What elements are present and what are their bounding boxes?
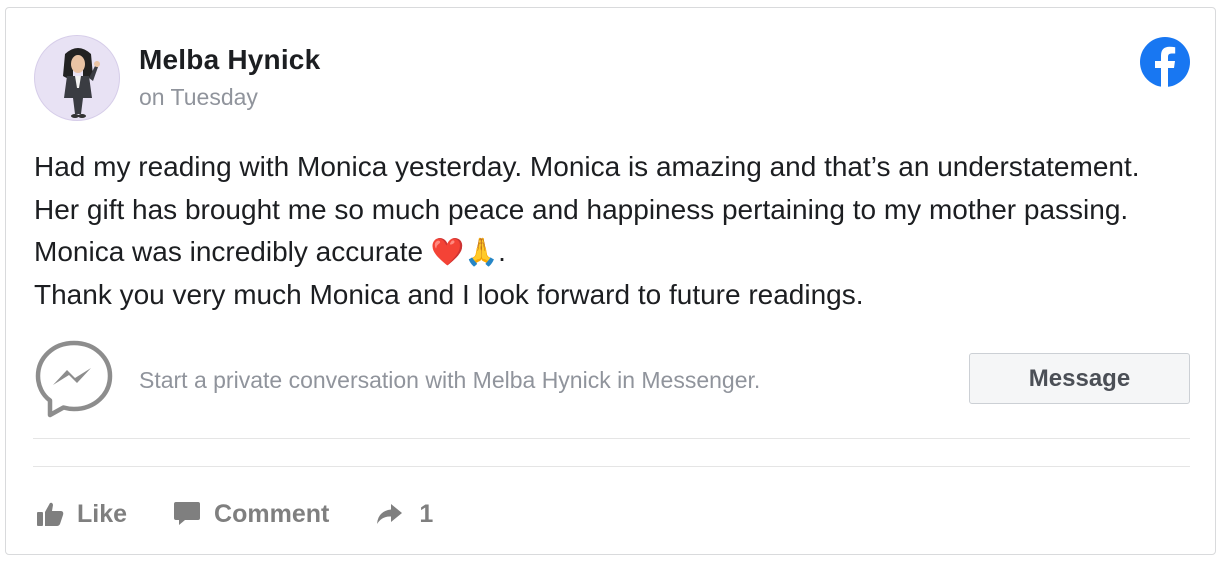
share-count: 1 — [419, 499, 434, 528]
post-timestamp[interactable]: on Tuesday — [139, 84, 258, 111]
post-body-line-1: Had my reading with Monica yesterday. Mo… — [34, 151, 1140, 267]
comment-button[interactable]: Comment — [173, 500, 329, 529]
post-actions: Like Comment 1 — [36, 496, 433, 532]
heart-pray-emoji: ❤️🙏 — [430, 237, 499, 267]
facebook-logo-icon[interactable] — [1139, 36, 1191, 88]
share-arrow-icon — [377, 504, 403, 524]
divider — [33, 466, 1190, 467]
post-body: Had my reading with Monica yesterday. Mo… — [34, 146, 1184, 316]
post-body-line-2: Thank you very much Monica and I look fo… — [34, 278, 864, 310]
comment-label: Comment — [214, 499, 330, 528]
post-body-paragraph: Thank you very much Monica and I look fo… — [34, 274, 1184, 317]
messenger-prompt: Start a private conversation with Melba … — [139, 367, 761, 393]
author-name[interactable]: Melba Hynick — [139, 44, 320, 76]
post-body-paragraph: Had my reading with Monica yesterday. Mo… — [34, 146, 1184, 274]
divider — [33, 438, 1190, 439]
avatar-figure-icon — [63, 48, 100, 118]
avatar[interactable] — [34, 35, 120, 121]
like-label: Like — [77, 499, 128, 528]
messenger-icon[interactable] — [33, 338, 115, 420]
message-button[interactable]: Message — [969, 353, 1190, 404]
comment-bubble-icon — [174, 502, 201, 525]
thumbs-up-icon — [37, 502, 64, 526]
post-card: Melba Hynick on Tuesday Had my reading w… — [5, 7, 1216, 555]
share-button[interactable]: 1 — [375, 500, 433, 529]
post-body-period: . — [498, 236, 506, 267]
like-button[interactable]: Like — [36, 500, 127, 529]
